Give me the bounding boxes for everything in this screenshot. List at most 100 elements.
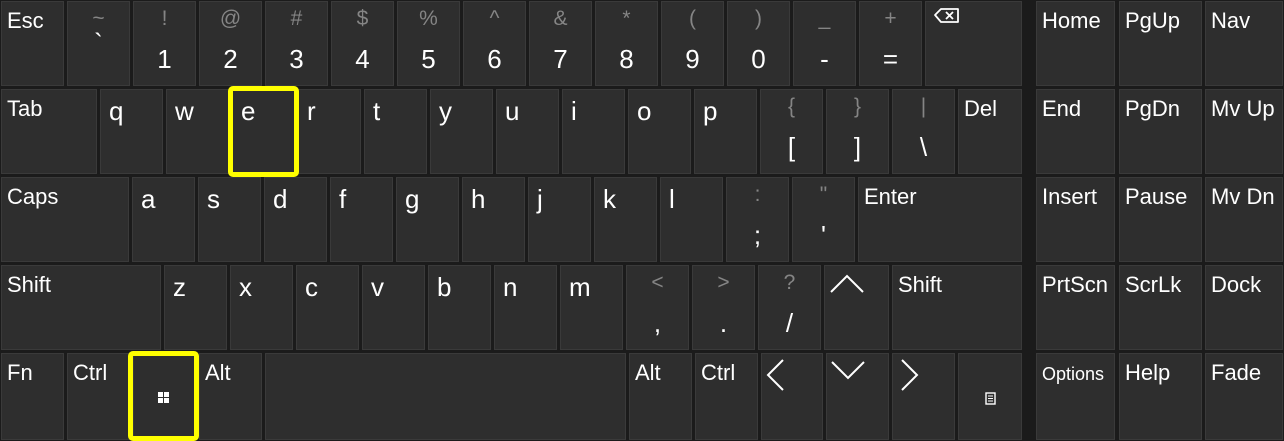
key-q[interactable]: q [100, 89, 163, 174]
key-del[interactable]: Del [958, 89, 1022, 174]
key-enter[interactable]: Enter [858, 177, 1022, 262]
key-esc[interactable]: Esc [1, 1, 64, 86]
key-o[interactable]: o [628, 89, 691, 174]
key-backspace[interactable] [925, 1, 1022, 86]
key-e[interactable]: e [232, 89, 295, 174]
key-y[interactable]: y [430, 89, 493, 174]
key-caps[interactable]: Caps [1, 177, 129, 262]
key-prtscn[interactable]: PrtScn [1036, 265, 1115, 350]
key-3[interactable]: #3 [265, 1, 328, 86]
key-fade[interactable]: Fade [1205, 353, 1283, 440]
key-period[interactable]: >. [692, 265, 755, 350]
key-label: g [405, 184, 420, 214]
key-b[interactable]: b [428, 265, 491, 350]
key-r[interactable]: r [298, 89, 361, 174]
key-nav[interactable]: Nav [1205, 1, 1283, 86]
key-right-bracket[interactable]: }] [826, 89, 889, 174]
key-dock[interactable]: Dock [1205, 265, 1283, 350]
key-pgdn[interactable]: PgDn [1119, 89, 1202, 174]
key-f[interactable]: f [330, 177, 393, 262]
key-label: 0 [751, 44, 766, 74]
key-windows[interactable] [133, 353, 196, 440]
key-home[interactable]: Home [1036, 1, 1115, 86]
key-label: p [703, 96, 718, 126]
key-p[interactable]: p [694, 89, 757, 174]
key-tab[interactable]: Tab [1, 89, 97, 174]
key-j[interactable]: j [528, 177, 591, 262]
key-semicolon[interactable]: :; [726, 177, 789, 262]
key-m[interactable]: m [560, 265, 623, 350]
key-alt-left[interactable]: Alt [199, 353, 262, 440]
key-label: Shift [7, 272, 52, 297]
key-s[interactable]: s [198, 177, 261, 262]
key-d[interactable]: d [264, 177, 327, 262]
key-u[interactable]: u [496, 89, 559, 174]
key-end[interactable]: End [1036, 89, 1115, 174]
key-menu[interactable] [958, 353, 1022, 440]
key-right-arrow[interactable] [892, 353, 955, 440]
key-6[interactable]: ^ 6 [463, 1, 526, 86]
key-x[interactable]: x [230, 265, 293, 350]
key-label: b [437, 272, 452, 302]
key-left-bracket[interactable]: {[ [760, 89, 823, 174]
key-comma[interactable]: <, [626, 265, 689, 350]
key-label: a [141, 184, 156, 214]
key-label: n [503, 272, 518, 302]
key-l[interactable]: l [660, 177, 723, 262]
key-label: Fn [7, 360, 33, 385]
key-7[interactable]: & 7 [529, 1, 592, 86]
key-quote[interactable]: " ' [792, 177, 855, 262]
key-k[interactable]: k [594, 177, 657, 262]
key-mv-dn[interactable]: Mv Dn [1205, 177, 1283, 262]
key-2[interactable]: @2 [199, 1, 262, 86]
key-label: Options [1042, 364, 1105, 384]
key-label: Pause [1125, 184, 1188, 209]
key-4[interactable]: $4 [331, 1, 394, 86]
key-options[interactable]: Options [1036, 353, 1115, 440]
key-backtick[interactable]: ~ ` [67, 1, 130, 86]
key-1[interactable]: ! 1 [133, 1, 196, 86]
key-label: Del [964, 96, 998, 121]
key-label: s [207, 184, 220, 214]
key-fn[interactable]: Fn [1, 353, 64, 440]
key-down-arrow[interactable] [826, 353, 889, 440]
key-label: Help [1125, 360, 1171, 385]
key-left-arrow[interactable] [761, 353, 823, 440]
key-slash[interactable]: ? / [758, 265, 821, 350]
key-mv-up[interactable]: Mv Up [1205, 89, 1283, 174]
key-insert[interactable]: Insert [1036, 177, 1115, 262]
key-minus[interactable]: _ - [793, 1, 856, 86]
key-w[interactable]: w [166, 89, 229, 174]
key-help[interactable]: Help [1119, 353, 1202, 440]
key-label: Tab [7, 96, 43, 121]
key-shift-right[interactable]: Shift [892, 265, 1022, 350]
key-shift-label: ~ [92, 7, 105, 30]
key-5[interactable]: % 5 [397, 1, 460, 86]
key-pause[interactable]: Pause [1119, 177, 1202, 262]
key-space[interactable] [265, 353, 626, 440]
key-c[interactable]: c [296, 265, 359, 350]
key-v[interactable]: v [362, 265, 425, 350]
key-z[interactable]: z [164, 265, 227, 350]
key-pgup[interactable]: PgUp [1119, 1, 1202, 86]
on-screen-keyboard: Esc ~ ` ! 1 @2 #3 $4 % 5 ^ 6 & 7 * 8 (9 ) 0 _ - … [0, 0, 1284, 441]
key-ctrl-right[interactable]: Ctrl [695, 353, 758, 440]
key-backslash[interactable]: | \ [892, 89, 955, 174]
key-alt-right[interactable]: Alt [629, 353, 692, 440]
key-label: 8 [619, 44, 634, 74]
key-8[interactable]: * 8 [595, 1, 658, 86]
key-scrlk[interactable]: ScrLk [1119, 265, 1202, 350]
key-equals[interactable]: + = [859, 1, 922, 86]
key-g[interactable]: g [396, 177, 459, 262]
key-up-arrow[interactable] [824, 265, 889, 350]
key-9[interactable]: (9 [661, 1, 724, 86]
key-0[interactable]: ) 0 [727, 1, 790, 86]
key-h[interactable]: h [462, 177, 525, 262]
key-n[interactable]: n [494, 265, 557, 350]
key-label: c [305, 272, 318, 302]
key-i[interactable]: i [562, 89, 625, 174]
key-ctrl-left[interactable]: Ctrl [67, 353, 130, 440]
key-t[interactable]: t [364, 89, 427, 174]
key-shift-left[interactable]: Shift [1, 265, 161, 350]
key-a[interactable]: a [132, 177, 195, 262]
